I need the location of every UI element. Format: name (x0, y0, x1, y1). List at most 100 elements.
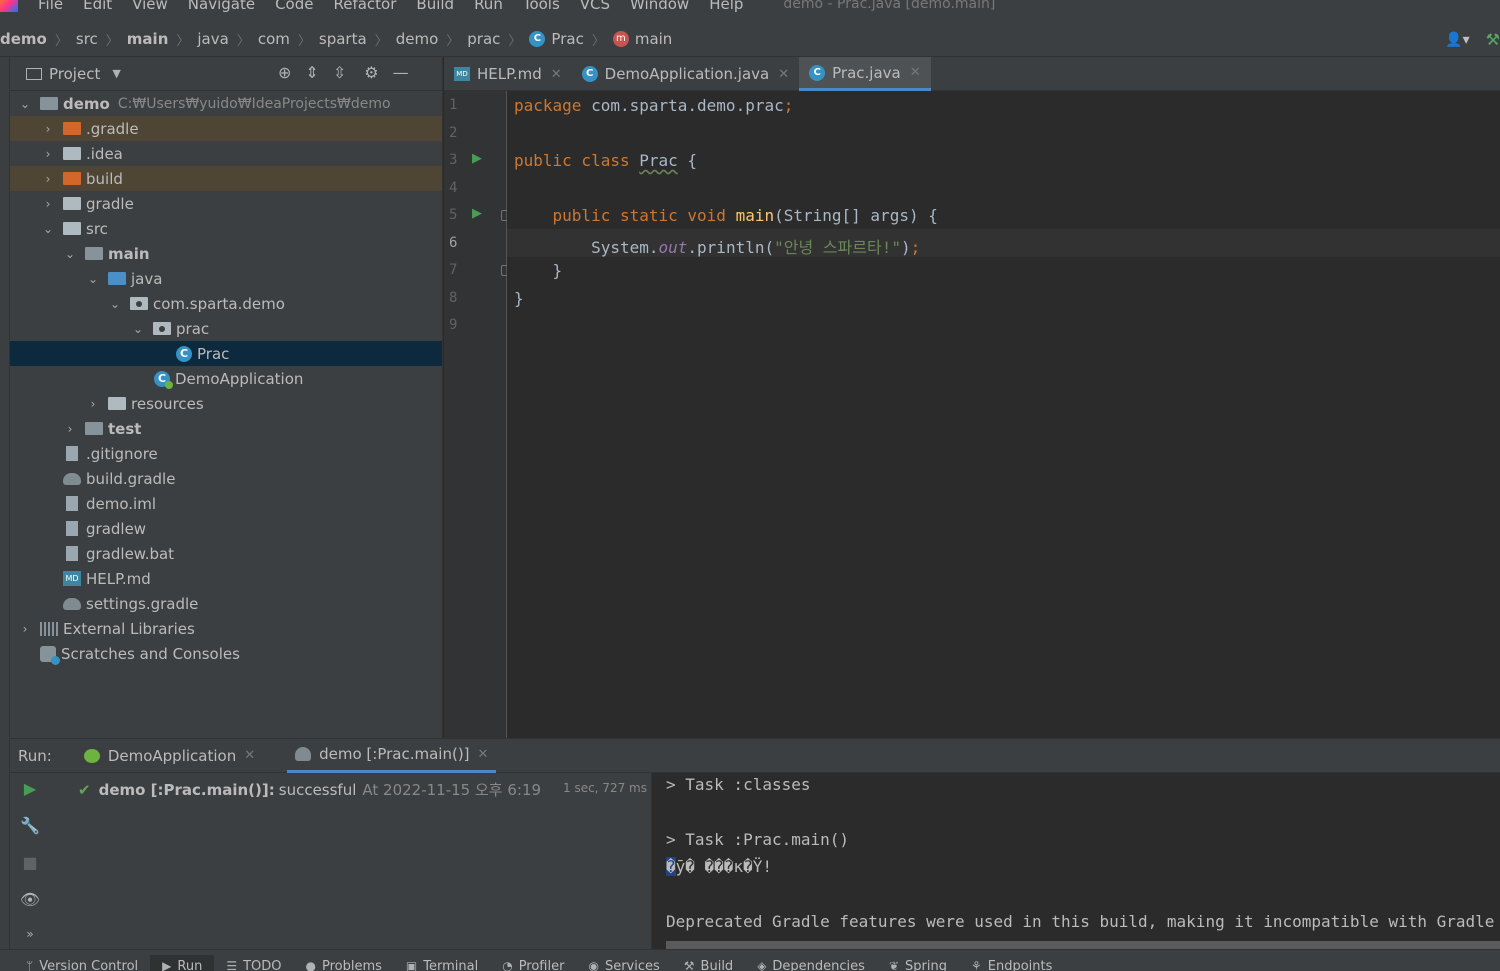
tree-item[interactable]: › test (10, 416, 442, 441)
class-icon: C (529, 31, 546, 47)
chevron-down-icon[interactable]: ⌄ (18, 97, 32, 111)
console-output[interactable]: > Task :classes > Task :Prac.main() �ȳ� … (651, 773, 1500, 950)
breadcrumb-item[interactable]: demo (396, 30, 439, 48)
wrench-icon[interactable]: 🔧 (20, 816, 40, 835)
chevron-right-icon[interactable]: › (63, 422, 77, 436)
menu-navigate[interactable]: Navigate (188, 0, 255, 12)
chevron-down-icon[interactable]: ⌄ (86, 272, 100, 286)
tool-profiler[interactable]: ◔ Profiler (490, 955, 576, 971)
run-icon: ▶ (162, 959, 172, 971)
stop-icon[interactable]: ■ (22, 853, 37, 872)
tool-services[interactable]: ◉ Services (576, 955, 671, 971)
project-panel-title[interactable]: Project (49, 65, 100, 83)
tree-item[interactable]: › build (10, 166, 442, 191)
tab-prac-java[interactable]: C Prac.java ✕ (799, 57, 931, 91)
gear-icon[interactable]: ⚙ (364, 63, 378, 82)
tree-item[interactable]: MD HELP.md (10, 566, 442, 591)
tool-todo[interactable]: ☰ TODO (214, 955, 293, 971)
tool-version-control[interactable]: ᛘ Version Control (0, 955, 150, 971)
tool-problems[interactable]: ● Problems (294, 955, 394, 971)
menu-refactor[interactable]: Refactor (333, 0, 396, 12)
close-icon[interactable]: ✕ (478, 747, 489, 762)
tree-item[interactable]: Scratches and Consoles (10, 641, 442, 666)
chevron-right-icon[interactable]: › (41, 172, 55, 186)
breadcrumb-item[interactable]: demo (0, 30, 47, 48)
tree-item[interactable]: gradlew (10, 516, 442, 541)
tool-terminal[interactable]: ▣ Terminal (394, 955, 490, 971)
menu-file[interactable]: File (38, 0, 63, 12)
chevron-right-icon[interactable]: › (41, 197, 55, 211)
breadcrumb-item[interactable]: com (258, 30, 290, 48)
tree-item[interactable]: C DemoApplication (10, 366, 442, 391)
tree-item-selected[interactable]: C Prac (10, 341, 442, 366)
expand-all-icon[interactable]: ⇕ (305, 63, 318, 82)
breadcrumb-item[interactable]: src (76, 30, 98, 48)
menu-view[interactable]: View (132, 0, 168, 12)
run-icon[interactable]: ▶ (472, 151, 482, 166)
chevron-down-icon[interactable]: ⌄ (41, 222, 55, 236)
menu-tools[interactable]: Tools (523, 0, 560, 12)
tree-item[interactable]: demo.iml (10, 491, 442, 516)
tool-build[interactable]: ⚒ Build (672, 955, 745, 971)
menu-build[interactable]: Build (416, 0, 454, 12)
breadcrumb-item[interactable]: java (197, 30, 228, 48)
tree-item[interactable]: build.gradle (10, 466, 442, 491)
close-icon[interactable]: ✕ (778, 67, 789, 82)
chevron-right-icon[interactable]: › (41, 122, 55, 136)
tree-item[interactable]: ⌄ prac (10, 316, 442, 341)
menu-run[interactable]: Run (474, 0, 503, 12)
chevron-down-icon[interactable]: ⌄ (131, 322, 145, 336)
locate-icon[interactable]: ⊕ (278, 63, 291, 82)
chevron-down-icon[interactable]: ▼ (112, 67, 120, 80)
chevron-right-icon[interactable]: › (41, 147, 55, 161)
collapse-all-icon[interactable]: ⇳ (333, 63, 346, 82)
chevron-right-icon[interactable]: › (86, 397, 100, 411)
tree-item[interactable]: .gitignore (10, 441, 442, 466)
menu-edit[interactable]: Edit (83, 0, 112, 12)
menu-window[interactable]: Window (630, 0, 689, 12)
tree-item[interactable]: ⌄ src (10, 216, 442, 241)
breadcrumb-item[interactable]: Prac (551, 30, 583, 48)
menu-code[interactable]: Code (275, 0, 313, 12)
tool-run[interactable]: ▶ Run (150, 955, 215, 971)
chevron-down-icon[interactable]: ⌄ (63, 247, 77, 261)
more-icon[interactable]: » (26, 927, 33, 941)
tree-item[interactable]: › gradle (10, 191, 442, 216)
close-icon[interactable]: ✕ (244, 748, 255, 763)
build-result-row[interactable]: ✔ demo [:Prac.main()]: successful At 202… (78, 779, 541, 800)
user-icon[interactable]: 👤▾ (1445, 32, 1469, 48)
tree-item[interactable]: ⌄ com.sparta.demo (10, 291, 442, 316)
breadcrumb-item[interactable]: sparta (319, 30, 367, 48)
tree-item[interactable]: › External Libraries (10, 616, 442, 641)
tree-item[interactable]: gradlew.bat (10, 541, 442, 566)
close-icon[interactable]: ✕ (551, 67, 562, 82)
rerun-icon[interactable]: ▶ (24, 779, 36, 798)
tab-help-md[interactable]: MD HELP.md ✕ (444, 57, 572, 91)
run-icon[interactable]: ▶ (472, 206, 482, 221)
eye-icon[interactable]: 👁 (20, 890, 40, 909)
tree-item-root[interactable]: ⌄ demo C:₩Users₩yuido₩IdeaProjects₩demo (10, 91, 442, 116)
code-editor[interactable]: package com.sparta.demo.prac; public cla… (507, 91, 1500, 738)
tree-item[interactable]: settings.gradle (10, 591, 442, 616)
tree-item[interactable]: › .gradle (10, 116, 442, 141)
tab-demo-application[interactable]: C DemoApplication.java ✕ (572, 57, 799, 91)
tool-dependencies[interactable]: ◈ Dependencies (745, 955, 877, 971)
minimize-icon[interactable]: — (393, 63, 409, 82)
tool-endpoints[interactable]: ⚘ Endpoints (959, 955, 1064, 971)
tree-item[interactable]: › resources (10, 391, 442, 416)
run-tab-prac-main[interactable]: demo [:Prac.main()] ✕ (287, 739, 497, 773)
tool-spring[interactable]: ❦ Spring (877, 955, 959, 971)
hammer-icon[interactable]: ⚒ (1486, 30, 1500, 49)
chevron-down-icon[interactable]: ⌄ (108, 297, 122, 311)
menu-vcs[interactable]: VCS (580, 0, 610, 12)
breadcrumb-item[interactable]: prac (467, 30, 500, 48)
menu-help[interactable]: Help (709, 0, 743, 12)
tree-item[interactable]: ⌄ java (10, 266, 442, 291)
breadcrumb-item[interactable]: main (635, 30, 672, 48)
tree-item[interactable]: ⌄ main (10, 241, 442, 266)
chevron-right-icon[interactable]: › (18, 622, 32, 636)
close-icon[interactable]: ✕ (910, 65, 921, 80)
breadcrumb-item[interactable]: main (127, 30, 169, 48)
tree-item[interactable]: › .idea (10, 141, 442, 166)
run-tab-demo-application[interactable]: DemoApplication ✕ (76, 739, 263, 773)
